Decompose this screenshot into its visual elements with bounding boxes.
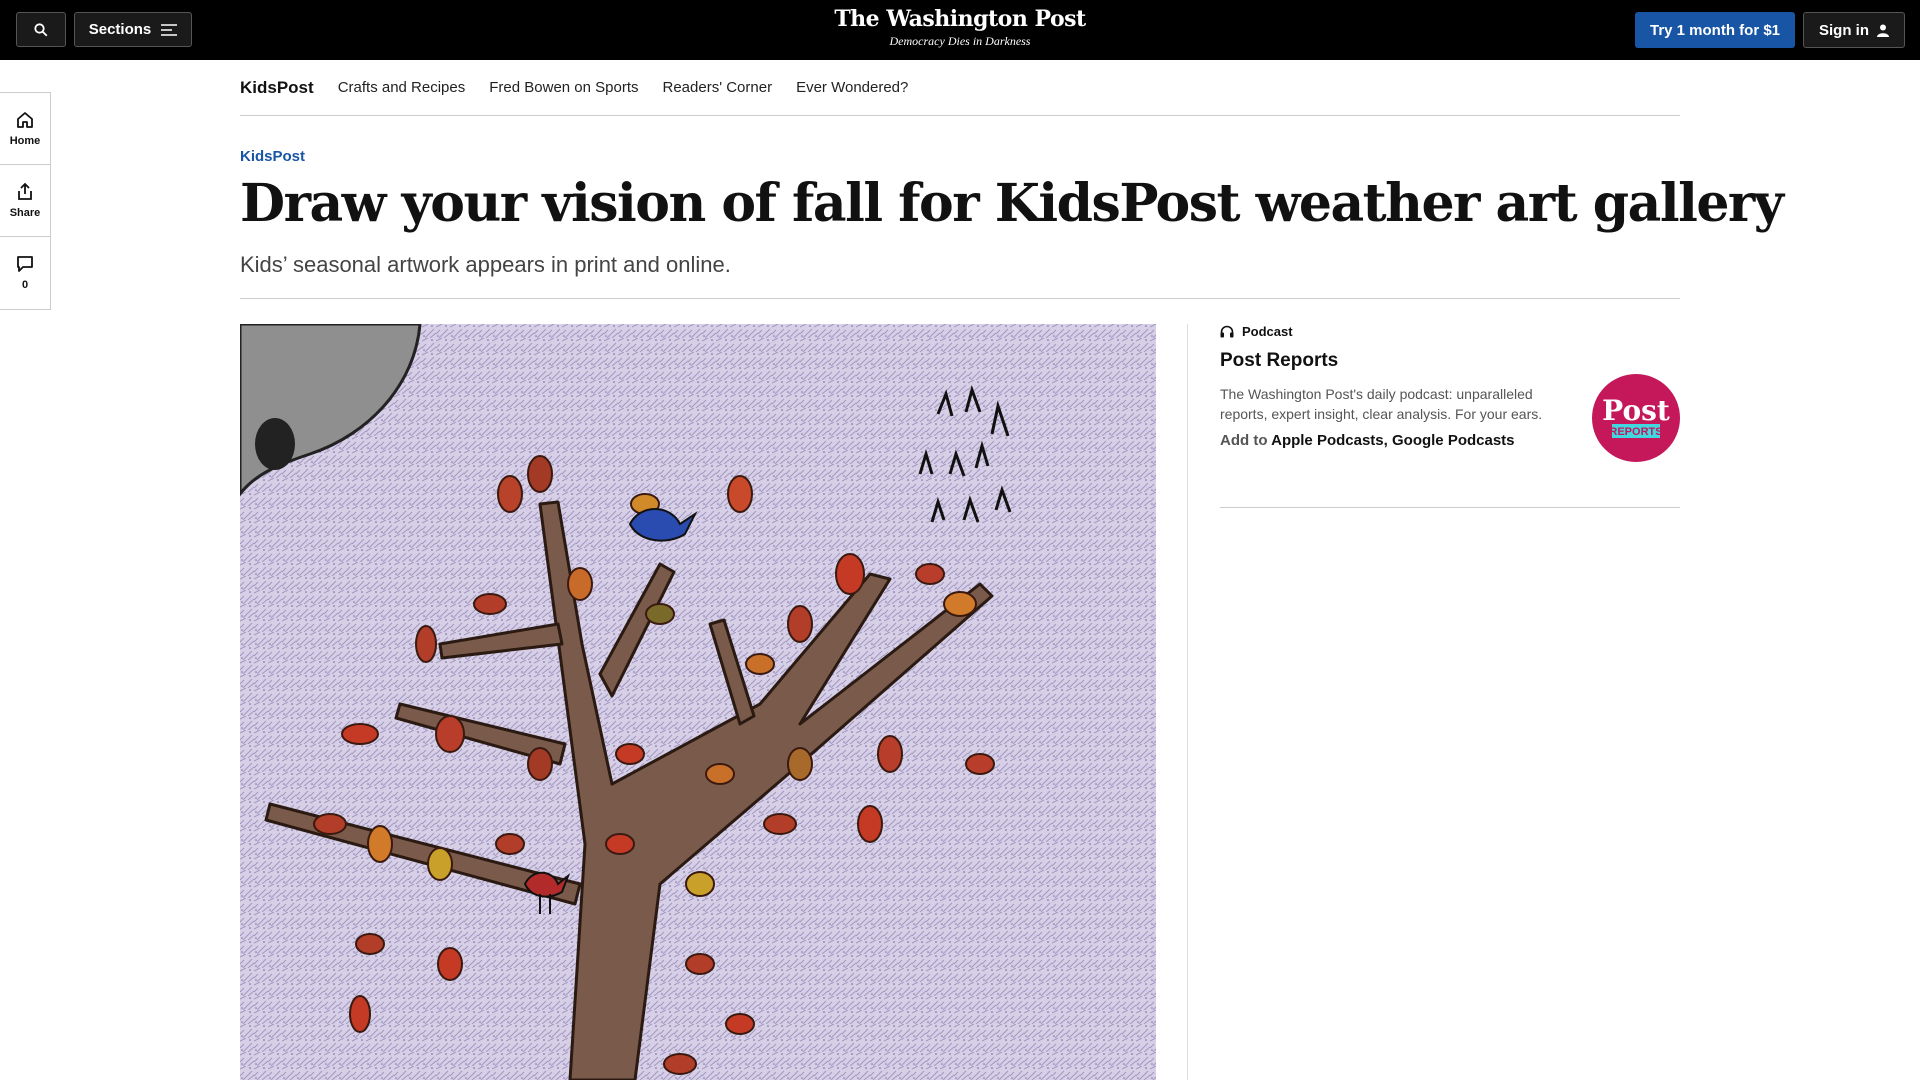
apple-podcasts-link[interactable]: Apple Podcasts bbox=[1271, 432, 1384, 449]
share-label: Share bbox=[9, 206, 41, 219]
post-reports-logo[interactable]: Post REPORTS bbox=[1592, 374, 1680, 462]
comment-icon bbox=[17, 256, 33, 272]
sign-in-label: Sign in bbox=[1819, 21, 1869, 39]
search-button[interactable] bbox=[16, 12, 66, 47]
home-icon bbox=[17, 111, 33, 128]
sections-label: Sections bbox=[88, 21, 152, 38]
nav-item-readers-corner[interactable]: Readers' Corner bbox=[663, 79, 773, 96]
sections-button[interactable]: Sections bbox=[74, 12, 192, 47]
lead-artwork-image bbox=[240, 324, 1156, 1080]
logo-word: Post bbox=[1602, 394, 1670, 427]
article-dek: Kids’ seasonal artwork appears in print … bbox=[240, 252, 731, 277]
site-tagline: Democracy Dies in Darkness bbox=[889, 34, 1031, 48]
podcast-label-text: Podcast bbox=[1242, 324, 1293, 339]
home-label: Home bbox=[9, 134, 41, 147]
nav-item-sports[interactable]: Fred Bowen on Sports bbox=[489, 79, 638, 96]
link-separator: , bbox=[1383, 432, 1388, 449]
comment-count: 0 bbox=[21, 279, 29, 291]
comments-button[interactable]: 0 bbox=[0, 237, 50, 309]
menu-icon bbox=[161, 23, 178, 36]
podcast-label: Podcast bbox=[1220, 324, 1293, 339]
share-icon bbox=[18, 182, 32, 200]
add-to-label: Add to bbox=[1220, 432, 1268, 449]
column-divider bbox=[1187, 324, 1188, 1080]
article-kicker[interactable]: KidsPost bbox=[240, 148, 305, 165]
search-icon bbox=[34, 22, 48, 36]
article-headline: Draw your vision of fall for KidsPost we… bbox=[240, 173, 1784, 234]
podcast-module: Podcast Post Reports The Washington Post… bbox=[1220, 324, 1680, 508]
section-nav-brand[interactable]: KidsPost bbox=[240, 78, 314, 98]
nav-item-ever-wondered[interactable]: Ever Wondered? bbox=[796, 79, 908, 96]
share-button[interactable]: Share bbox=[0, 165, 50, 237]
podcast-add-links: Add to Apple Podcasts, Google Podcasts bbox=[1220, 432, 1515, 449]
masthead-logo[interactable]: The Washington Post Democracy Dies in Da… bbox=[760, 6, 1160, 49]
top-bar: Sections The Washington Post Democracy D… bbox=[0, 0, 1920, 60]
nav-item-crafts[interactable]: Crafts and Recipes bbox=[338, 79, 466, 96]
logo-sub: REPORTS bbox=[1609, 426, 1662, 438]
subscribe-button[interactable]: Try 1 month for $1 bbox=[1635, 12, 1795, 48]
site-logo: The Washington Post bbox=[834, 6, 1086, 32]
podcast-description: The Washington Post's daily podcast: unp… bbox=[1220, 386, 1543, 422]
user-icon bbox=[1877, 24, 1889, 37]
headphones-icon bbox=[1220, 325, 1234, 338]
home-button[interactable]: Home bbox=[0, 93, 50, 165]
sign-in-button[interactable]: Sign in bbox=[1803, 12, 1905, 48]
podcast-title[interactable]: Post Reports bbox=[1220, 350, 1338, 372]
section-nav: KidsPost Crafts and Recipes Fred Bowen o… bbox=[240, 60, 1680, 116]
left-action-rail: Home Share 0 bbox=[0, 92, 51, 310]
header-divider bbox=[240, 298, 1680, 299]
google-podcasts-link[interactable]: Google Podcasts bbox=[1392, 432, 1515, 449]
